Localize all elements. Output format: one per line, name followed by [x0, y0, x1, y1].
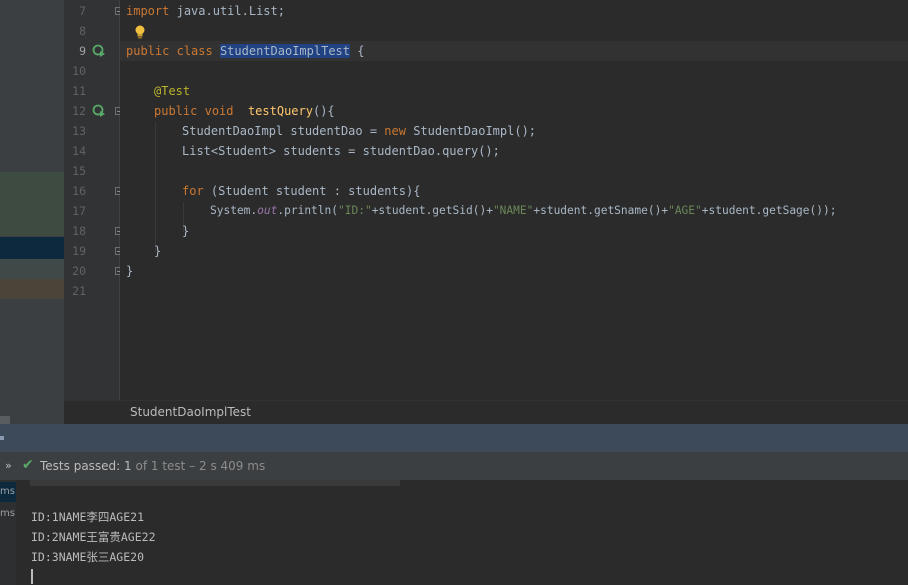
line-number[interactable]: 10	[64, 61, 86, 81]
console-output-line: ID:2NAME王富贵AGE22	[31, 530, 156, 544]
code-text: +student.getSname()+	[533, 204, 669, 217]
code-line-19[interactable]: }	[154, 241, 161, 261]
keyword: public	[126, 44, 170, 58]
run-tool-window-header[interactable]	[0, 424, 908, 452]
breadcrumb-item[interactable]: StudentDaoImplTest	[130, 405, 251, 419]
keyword: import	[126, 4, 170, 18]
brace: }	[126, 264, 134, 278]
keyword: for	[182, 184, 204, 198]
code-line-11[interactable]: @Test	[154, 81, 190, 101]
tree-row[interactable]	[0, 259, 64, 279]
test-status-bar: » ✔ Tests passed: 1 of 1 test – 2 s 409 …	[0, 452, 908, 480]
static-field: out	[257, 204, 278, 217]
console-cursor[interactable]	[31, 569, 33, 584]
status-count: 1	[124, 459, 132, 473]
keyword: class	[176, 44, 213, 58]
code-line-18[interactable]: }	[182, 221, 189, 241]
keyword: void	[204, 104, 234, 118]
check-icon: ✔	[22, 457, 34, 473]
brace: {	[357, 44, 365, 58]
status-detail: of 1 test – 2 s 409 ms	[135, 459, 266, 473]
keyword: new	[384, 124, 406, 138]
drag-handle-icon[interactable]	[0, 436, 4, 440]
code-text: (Student student : students){	[203, 184, 421, 198]
code-line-13[interactable]: StudentDaoImpl studentDao = new StudentD…	[182, 121, 536, 141]
test-tree-item[interactable]: ms	[0, 486, 15, 497]
method-parens: (){	[312, 104, 335, 118]
line-number[interactable]: 16	[64, 181, 86, 201]
test-tree-panel[interactable]: ms ms	[0, 480, 16, 585]
string-literal: "NAME"	[492, 204, 534, 217]
class-name-selected[interactable]: StudentDaoImplTest	[219, 44, 350, 58]
string-literal: "AGE"	[668, 204, 702, 217]
line-number[interactable]: 15	[64, 161, 86, 181]
keyword: public	[154, 104, 198, 118]
tree-row[interactable]	[0, 279, 64, 299]
code-text: List<Student> students = studentDao.quer…	[182, 144, 500, 158]
line-number[interactable]: 14	[64, 141, 86, 161]
run-test-icon[interactable]	[92, 104, 106, 118]
line-number[interactable]: 8	[64, 21, 86, 41]
method-name: testQuery	[247, 104, 313, 118]
code-line-17[interactable]: System.out.println("ID:"+student.getSid(…	[210, 201, 836, 221]
lightbulb-icon[interactable]	[134, 25, 146, 39]
tree-selected-row[interactable]	[0, 237, 64, 259]
expand-chevron-icon[interactable]: »	[5, 459, 12, 472]
code-line-12[interactable]: public void testQuery(){	[154, 101, 335, 121]
line-number[interactable]: 21	[64, 281, 86, 301]
project-panel-strip[interactable]	[0, 0, 64, 424]
line-number[interactable]: 13	[64, 121, 86, 141]
code-line-20[interactable]: }	[126, 261, 133, 281]
brace: }	[182, 224, 190, 238]
string-literal: "ID:"	[338, 204, 372, 217]
test-status-text: Tests passed: 1 of 1 test – 2 s 409 ms	[40, 459, 265, 473]
line-number[interactable]: 12	[64, 101, 86, 121]
code-text: System.	[210, 204, 258, 217]
line-number[interactable]: 19	[64, 241, 86, 261]
code-text: +student.getSid()+	[371, 204, 493, 217]
import-path: java.util.List;	[176, 4, 285, 18]
test-tree-item[interactable]: ms	[0, 508, 15, 519]
line-number[interactable]: 9	[64, 41, 86, 61]
line-number[interactable]: 18	[64, 221, 86, 241]
console-header-line	[30, 480, 400, 486]
console-output-line: ID:3NAME张三AGE20	[31, 550, 145, 564]
code-line-7[interactable]: import java.util.List;	[126, 1, 285, 21]
status-label: Tests passed:	[40, 459, 121, 473]
code-text: StudentDaoImpl();	[405, 124, 537, 138]
run-test-icon[interactable]	[92, 44, 106, 58]
scrollbar-thumb[interactable]	[0, 416, 10, 424]
brace: }	[154, 244, 162, 258]
code-text: .println(	[277, 204, 338, 217]
breadcrumb: StudentDaoImplTest	[64, 400, 908, 425]
code-line-9[interactable]: public class StudentDaoImplTest {	[126, 41, 364, 61]
line-number[interactable]: 20	[64, 261, 86, 281]
line-number[interactable]: 11	[64, 81, 86, 101]
tree-highlight-band	[0, 172, 64, 236]
console-output-line: ID:1NAME李四AGE21	[31, 510, 145, 524]
code-line-14[interactable]: List<Student> students = studentDao.quer…	[182, 141, 500, 161]
indent-guide	[155, 122, 156, 252]
line-number[interactable]: 17	[64, 201, 86, 221]
code-text: StudentDaoImpl studentDao =	[182, 124, 385, 138]
line-number[interactable]: 7	[64, 1, 86, 21]
code-line-16[interactable]: for (Student student : students){	[182, 181, 420, 201]
code-text: +student.getSage());	[701, 204, 837, 217]
annotation: @Test	[154, 84, 191, 98]
